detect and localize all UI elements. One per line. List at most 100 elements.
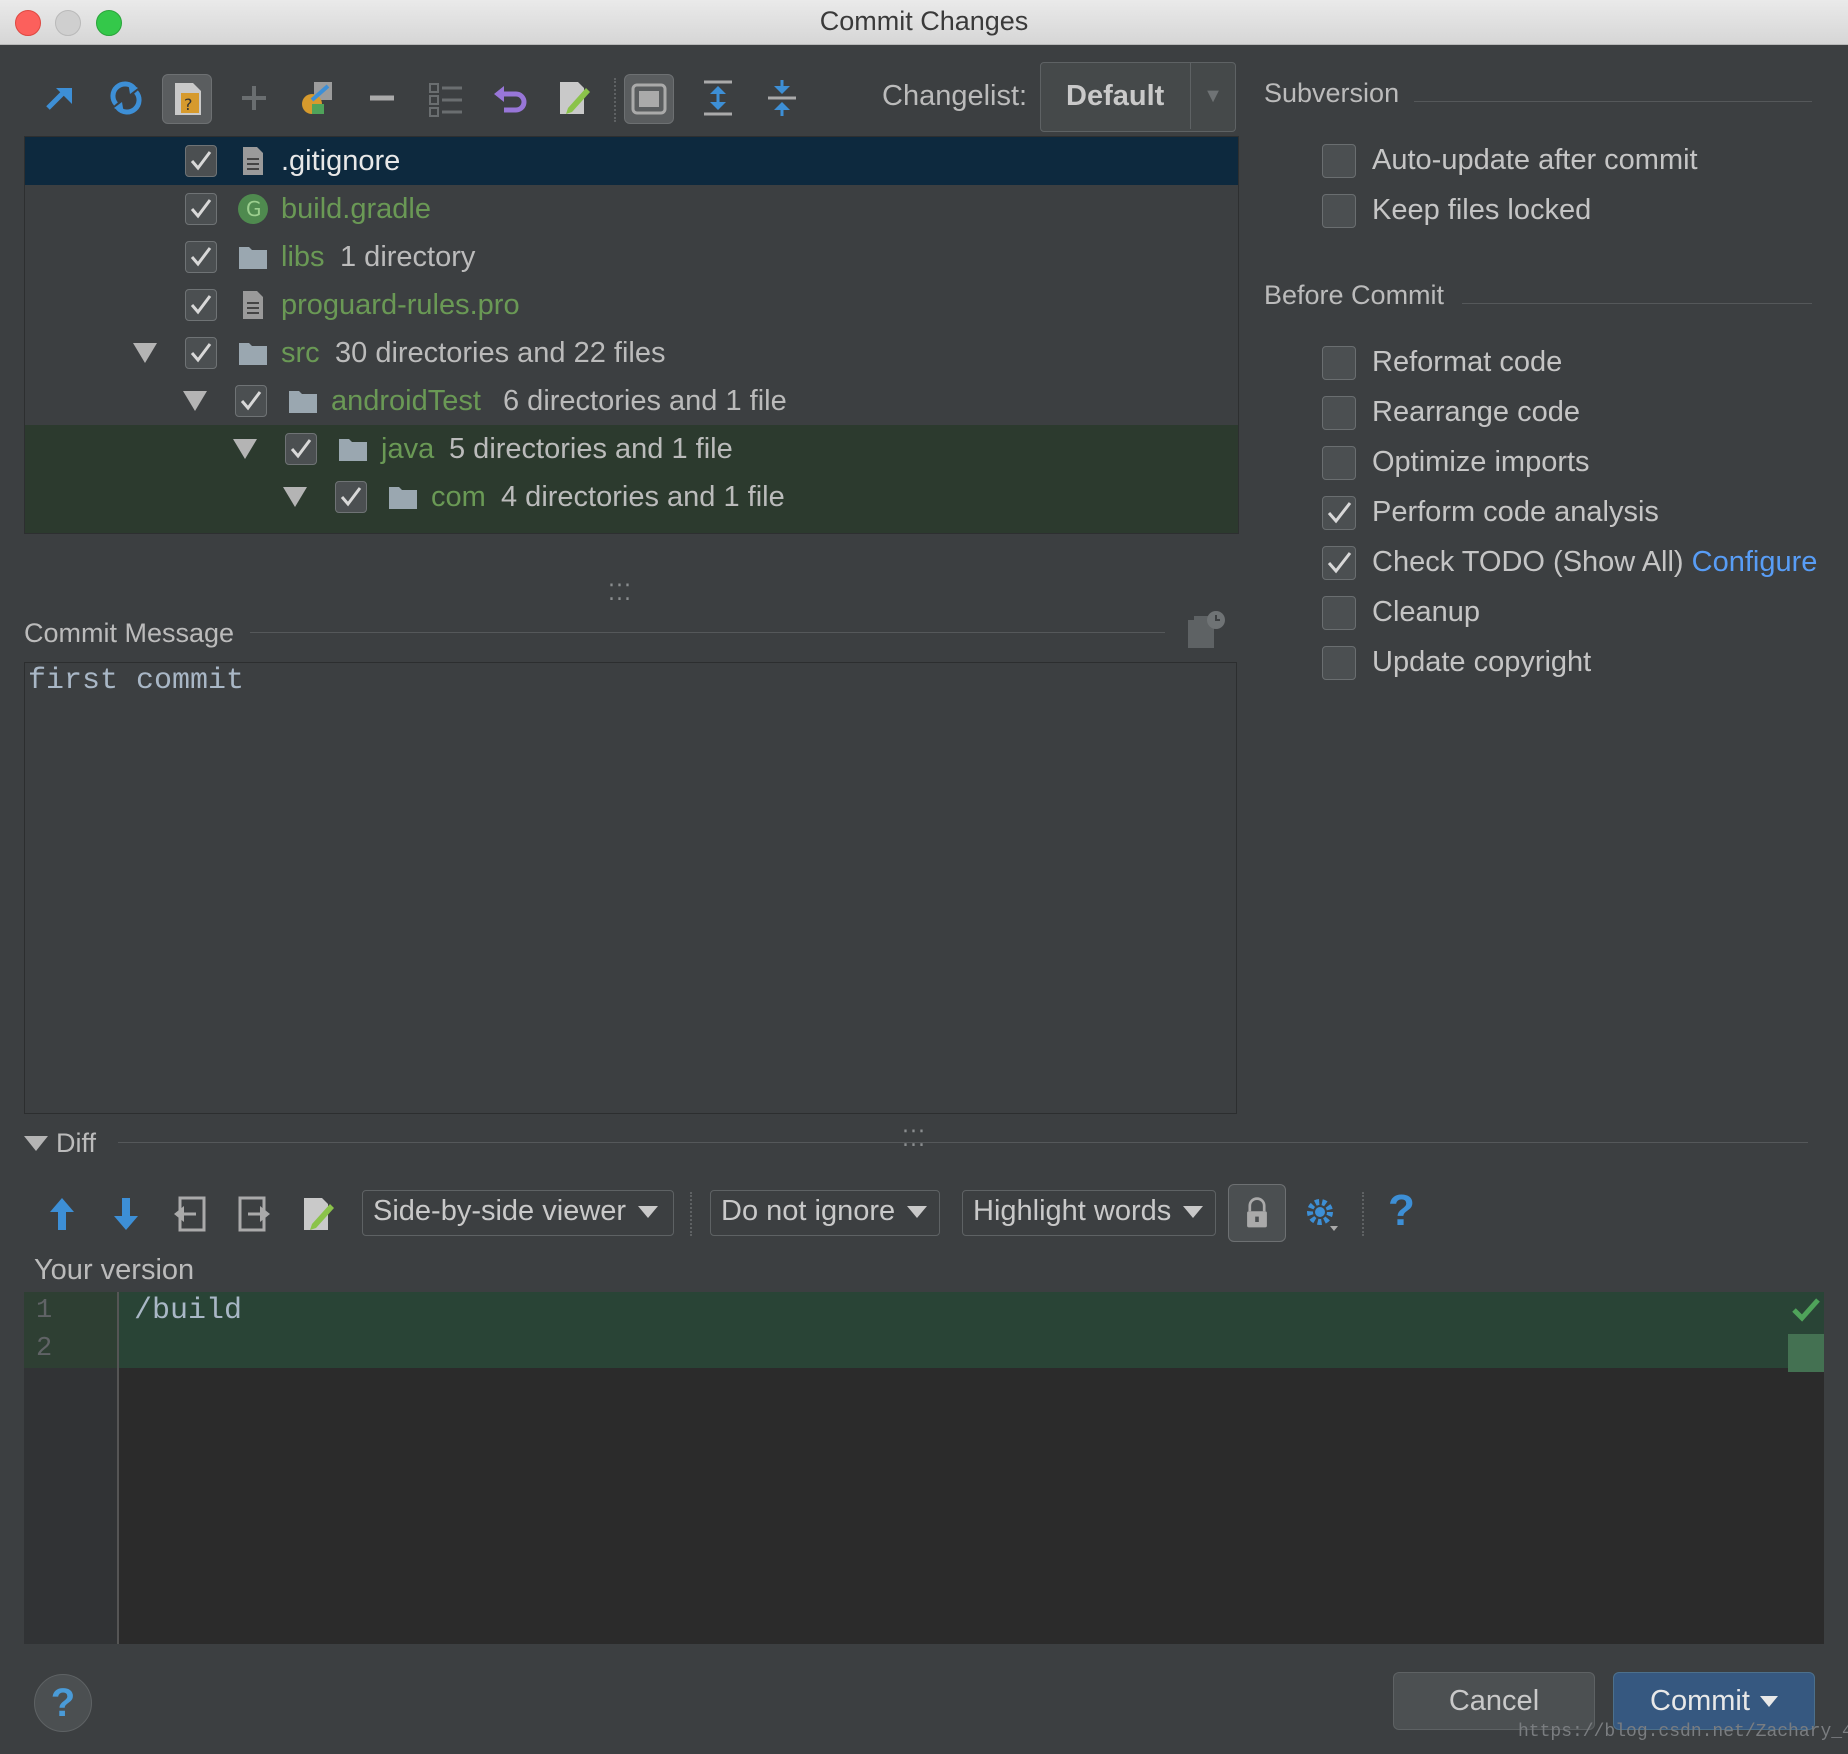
perform-code-analysis-checkbox[interactable] (1322, 496, 1356, 530)
splitter-handle[interactable]: ⁚⁚⁚ (902, 1126, 926, 1152)
unversioned-icon[interactable]: ? (162, 74, 212, 124)
tree-row[interactable]: libs 1 directory (25, 233, 1238, 281)
expand-arrow-icon[interactable] (283, 487, 307, 507)
optimize-imports-checkbox[interactable] (1322, 446, 1356, 480)
file-name: androidTest (331, 385, 481, 417)
file-name: build.gradle (281, 193, 431, 225)
text-file-icon (243, 291, 263, 319)
collapse-all-icon[interactable] (758, 74, 806, 122)
diff-title: Diff (56, 1128, 97, 1158)
history-icon[interactable] (1186, 610, 1226, 650)
before-commit-title: Before Commit (1264, 280, 1445, 310)
chevron-down-icon[interactable]: ▼ (1190, 63, 1235, 129)
viewer-mode-dropdown[interactable]: Side-by-side viewer (362, 1190, 674, 1236)
changed-files-tree[interactable]: .gitignore G build.gradle libs 1 directo… (24, 136, 1239, 534)
diff-help-icon[interactable]: ? (1388, 1186, 1415, 1236)
svg-text:?: ? (184, 95, 193, 114)
viewer-mode-value: Side-by-side viewer (373, 1195, 627, 1227)
refresh-icon[interactable] (102, 74, 150, 122)
rearrange-code-checkbox[interactable] (1322, 396, 1356, 430)
diff-collapse-arrow-icon[interactable] (24, 1136, 48, 1151)
add-icon[interactable] (230, 74, 278, 122)
commit-label: Commit (1650, 1684, 1750, 1717)
group-icon[interactable] (422, 74, 470, 122)
chevron-down-icon (638, 1206, 659, 1219)
edit-source-icon[interactable] (294, 1190, 342, 1238)
file-checkbox[interactable] (185, 337, 217, 369)
file-name: com (431, 481, 486, 513)
file-checkbox[interactable] (235, 385, 267, 417)
lock-scrolling-button[interactable] (1228, 1184, 1286, 1242)
auto-update-checkbox[interactable] (1322, 144, 1356, 178)
tree-row[interactable]: src 30 directories and 22 files (25, 329, 1238, 377)
file-name: libs (281, 241, 325, 273)
file-checkbox[interactable] (335, 481, 367, 513)
remove-icon[interactable] (358, 74, 406, 122)
next-difference-icon[interactable] (102, 1190, 150, 1238)
lock-icon (1247, 1197, 1267, 1228)
folder-icon (289, 391, 317, 413)
divider (1462, 303, 1812, 304)
expand-arrow-icon[interactable] (133, 343, 157, 363)
optimize-imports-label: Optimize imports (1372, 446, 1590, 478)
change-marker[interactable] (1788, 1334, 1824, 1372)
tree-row[interactable]: androidTest 6 directories and 1 file (25, 377, 1238, 425)
update-copyright-checkbox[interactable] (1322, 646, 1356, 680)
commit-message-input[interactable] (24, 662, 1237, 1114)
file-checkbox[interactable] (185, 241, 217, 273)
folder-icon (339, 439, 367, 461)
preview-diff-icon[interactable] (624, 74, 674, 124)
splitter-handle[interactable]: ⁚⁚⁚ (608, 580, 632, 606)
tree-row[interactable]: java 5 directories and 1 file (25, 425, 1238, 473)
file-info: 4 directories and 1 file (501, 481, 785, 513)
text-file-icon (243, 147, 263, 175)
expand-arrow-icon[interactable] (183, 391, 207, 411)
toolbar-separator (1362, 1192, 1364, 1236)
revert-icon[interactable] (486, 74, 534, 122)
changelist-move-icon[interactable] (294, 74, 342, 122)
changelist-label: Changelist: (882, 80, 1028, 112)
tree-row[interactable]: .gitignore (25, 137, 1238, 185)
highlight-mode-dropdown[interactable]: Highlight words (962, 1190, 1216, 1236)
move-icon[interactable] (38, 74, 86, 122)
tree-row[interactable]: com 4 directories and 1 file (25, 473, 1238, 521)
next-file-icon[interactable] (230, 1190, 278, 1238)
file-info: 6 directories and 1 file (503, 385, 787, 417)
gradle-icon: G (238, 194, 268, 224)
checkmark-icon (1327, 552, 1352, 574)
cleanup-checkbox[interactable] (1322, 596, 1356, 630)
file-name: src (281, 337, 320, 369)
added-lines-highlight (24, 1292, 1824, 1368)
edit-source-icon[interactable] (550, 74, 598, 122)
check-todo-checkbox[interactable] (1322, 546, 1356, 580)
auto-update-label: Auto-update after commit (1372, 144, 1698, 176)
tree-row[interactable]: G build.gradle (25, 185, 1238, 233)
tree-row[interactable]: proguard-rules.pro (25, 281, 1238, 329)
svg-text:G: G (246, 197, 262, 221)
file-checkbox[interactable] (185, 289, 217, 321)
changelist-value: Default (1066, 80, 1165, 112)
file-checkbox[interactable] (185, 145, 217, 177)
previous-difference-icon[interactable] (38, 1190, 86, 1238)
ignore-whitespace-dropdown[interactable]: Do not ignore (710, 1190, 940, 1236)
expand-arrow-icon[interactable] (233, 439, 257, 459)
folder-icon (239, 247, 267, 269)
file-name: .gitignore (281, 145, 401, 177)
settings-gear-icon[interactable] (1298, 1190, 1346, 1238)
chevron-down-icon (1759, 1695, 1778, 1707)
tree-row[interactable] (25, 521, 1238, 533)
expand-all-icon[interactable] (694, 74, 742, 122)
configure-link[interactable]: Configure (1692, 546, 1818, 578)
divider (250, 632, 1165, 633)
file-checkbox[interactable] (285, 433, 317, 465)
perform-code-analysis-label: Perform code analysis (1372, 496, 1659, 528)
file-checkbox[interactable] (185, 193, 217, 225)
reformat-code-checkbox[interactable] (1322, 346, 1356, 380)
file-info: 1 directory (340, 241, 476, 273)
keep-files-locked-checkbox[interactable] (1322, 194, 1356, 228)
your-version-label: Your version (34, 1254, 195, 1286)
help-button[interactable]: ? (34, 1674, 92, 1732)
toolbar-separator (614, 78, 616, 122)
checkmark-icon (1327, 502, 1352, 524)
previous-file-icon[interactable] (166, 1190, 214, 1238)
